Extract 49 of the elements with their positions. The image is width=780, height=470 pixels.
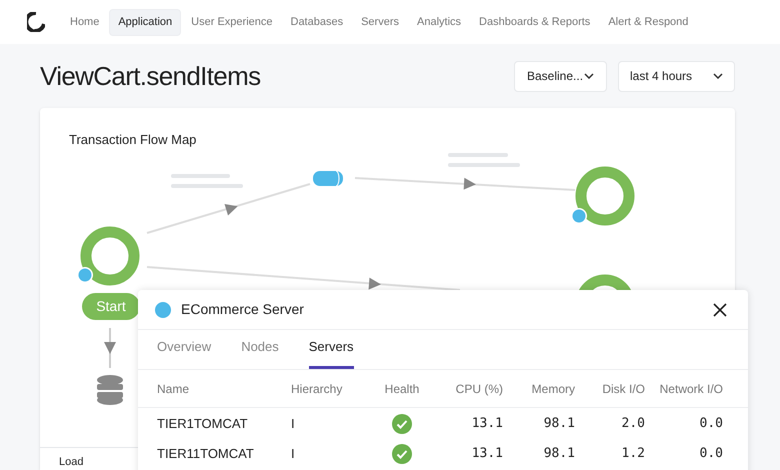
ring-node-icon: [571, 166, 634, 226]
column-header: Disk I/O: [602, 380, 645, 398]
chevron-down-icon: [584, 73, 594, 79]
queue-node-icon: [313, 170, 343, 186]
close-icon: [713, 302, 727, 316]
nav-tab[interactable]: Servers: [353, 8, 407, 36]
page-title: ViewCart.sendItems: [40, 60, 260, 92]
table-cell-text: 0.0: [700, 444, 723, 463]
start-badge: Start: [82, 293, 140, 320]
nav-tab[interactable]: Application: [109, 8, 182, 36]
chevron-down-icon: [713, 73, 723, 79]
column-header: Network I/O: [660, 380, 723, 398]
panel-tab[interactable]: Overview: [157, 336, 212, 369]
table-cell-text: 98.1: [544, 414, 575, 433]
connector-arrow: [104, 328, 116, 368]
panel-tab[interactable]: Servers: [308, 336, 354, 369]
placeholder-label-drawing: [448, 153, 520, 167]
column-header: Hierarchy: [291, 380, 344, 398]
nav-tab[interactable]: Analytics: [409, 8, 470, 36]
table-cell-text: 13.1: [472, 414, 503, 433]
nav-tab[interactable]: User Experience: [183, 8, 280, 36]
table-cell-text: 2.0: [622, 414, 645, 433]
column-header: Memory: [532, 380, 575, 398]
column-header: Health: [384, 380, 420, 398]
table-cell-text: 0.0: [700, 414, 723, 433]
table-cell-text: 13.1: [472, 444, 503, 463]
nav-tab[interactable]: Home: [62, 8, 108, 36]
logo-icon: [27, 12, 45, 32]
ring-node-icon: [77, 226, 140, 286]
baseline-dropdown[interactable]: Baseline...: [514, 60, 607, 92]
table-cell-text: I: [291, 444, 296, 463]
card-title: Transaction Flow Map: [69, 131, 196, 149]
placeholder-label-drawing: [171, 174, 243, 188]
column-header: CPU (%): [456, 380, 503, 398]
column-header: Name: [157, 380, 190, 398]
table-cell-text: 98.1: [544, 444, 575, 463]
panel-tab[interactable]: Nodes: [241, 336, 279, 369]
panel-title: ECommerce Server: [181, 300, 305, 319]
table-cell-text: 1.2: [622, 444, 645, 463]
table-cell-text: TIER1TOMCAT: [157, 414, 249, 433]
table-cell-text: I: [291, 414, 296, 433]
side-label: Load: [59, 455, 84, 470]
close-button[interactable]: [712, 302, 728, 318]
nav-tab[interactable]: Alert & Respond: [600, 8, 696, 36]
nav-tab[interactable]: Dashboards & Reports: [471, 8, 598, 36]
time-range-dropdown[interactable]: last 4 hours: [618, 60, 735, 92]
nav-tab[interactable]: Databases: [282, 8, 352, 36]
table-cell-text: TIER11TOMCAT: [157, 444, 255, 463]
database-icon: [97, 375, 123, 405]
